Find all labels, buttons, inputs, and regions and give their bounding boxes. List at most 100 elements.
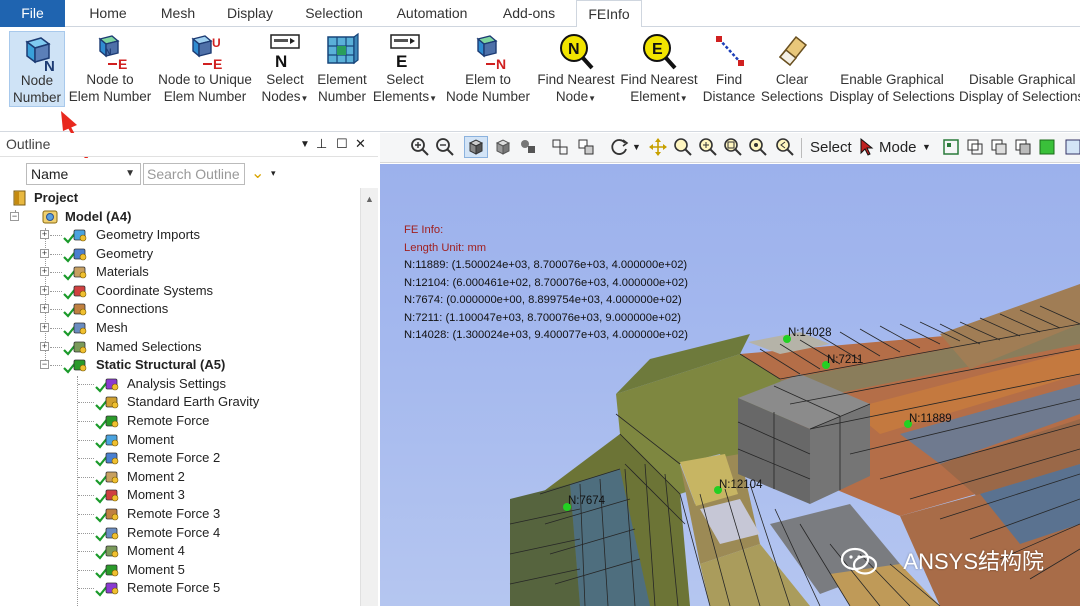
disable-graphical-display-button[interactable]: Disable Graphical Display of Selections — [959, 31, 1080, 107]
panel-menu-icon[interactable]: ▼ — [300, 139, 310, 150]
tree-item[interactable]: Moment 5 — [127, 561, 185, 579]
element-number-icon — [327, 32, 359, 65]
tab-feinfo[interactable]: FEInfo — [576, 0, 642, 28]
filter-more-icon[interactable]: ▾ — [271, 168, 276, 179]
tree-item[interactable]: Connections — [96, 300, 168, 318]
clear-selections-button[interactable]: Clear Selections — [759, 31, 825, 107]
svg-text:E: E — [652, 41, 663, 58]
rotate-dropdown-icon[interactable]: ▼ — [632, 142, 641, 152]
select-nodes-button[interactable]: N Select Nodes▼ — [258, 31, 312, 107]
shaded-cube-icon[interactable] — [466, 137, 486, 157]
zoom-fit-icon[interactable] — [723, 137, 743, 157]
select-node-icon[interactable] — [1063, 137, 1080, 157]
select-elements-button[interactable]: E Select Elements▼ — [372, 31, 438, 107]
svg-text:E: E — [213, 56, 222, 71]
tab-selection[interactable]: Selection — [296, 0, 372, 27]
node-to-unique-elem-number-button[interactable]: U E Node to Unique Elem Number — [156, 31, 254, 107]
mode-dropdown-icon[interactable]: ▼ — [922, 142, 931, 152]
expand-icon[interactable]: + — [40, 304, 49, 314]
cube-icon[interactable] — [493, 137, 513, 157]
tree-item[interactable]: Remote Force 3 — [127, 505, 220, 523]
elem-to-node-number-button[interactable]: N Elem to Node Number — [442, 31, 534, 107]
expand-icon[interactable]: − — [40, 360, 49, 370]
tree-item[interactable]: Mesh — [96, 319, 128, 337]
tree-item-icon — [73, 359, 87, 372]
select-edge-icon[interactable] — [965, 137, 985, 157]
feinfo-ribbon: N Node Number N E Node to Elem Number U … — [0, 27, 1080, 132]
zoom-selection-icon[interactable] — [748, 137, 768, 157]
select-vertex-icon[interactable] — [941, 137, 961, 157]
tree-item[interactable]: Remote Force 2 — [127, 449, 220, 467]
pin-icon[interactable]: ⊥ — [316, 136, 327, 152]
select-label[interactable]: Select — [810, 139, 852, 156]
tab-file[interactable]: File — [0, 0, 65, 27]
pan-icon[interactable] — [648, 137, 668, 157]
tab-display[interactable]: Display — [218, 0, 282, 27]
previous-view-icon[interactable] — [775, 137, 795, 157]
tree-item[interactable]: Remote Force 5 — [127, 579, 220, 597]
select-face-icon[interactable] — [576, 137, 596, 157]
node-info-line: N:11889: (1.500024e+03, 8.700076e+03, 4.… — [404, 259, 688, 271]
element-number-button[interactable]: Element Number — [314, 31, 370, 107]
mode-label[interactable]: Mode — [879, 139, 917, 156]
tree-item[interactable]: Standard Earth Gravity — [127, 393, 259, 411]
tree-item[interactable]: Materials — [96, 263, 149, 281]
collapse-icon[interactable]: − — [10, 212, 19, 221]
zoom-in-icon[interactable] — [410, 137, 430, 157]
tree-item[interactable]: Named Selections — [96, 338, 202, 356]
tab-mesh[interactable]: Mesh — [150, 0, 206, 27]
select-face2-icon[interactable] — [989, 137, 1009, 157]
tree-item-model[interactable]: Model (A4) — [65, 208, 131, 226]
expand-icon[interactable]: + — [40, 285, 49, 295]
tree-item[interactable]: Moment 2 — [127, 468, 185, 486]
tree-item[interactable]: Static Structural (A5) — [96, 356, 225, 374]
shapes-icon[interactable] — [518, 137, 538, 157]
graphics-viewport[interactable]: FE Info: Length Unit: mm N:11889: (1.500… — [380, 164, 1080, 606]
tree-item[interactable]: Analysis Settings — [127, 375, 226, 393]
zoom-box-icon[interactable] — [698, 137, 718, 157]
svg-text:U: U — [212, 36, 221, 50]
tree-item[interactable]: Moment 4 — [127, 542, 185, 560]
zoom-icon[interactable] — [673, 137, 693, 157]
node-info-line: N:7211: (1.100047e+03, 8.700076e+03, 9.0… — [404, 311, 681, 324]
zoom-out-icon[interactable] — [435, 137, 455, 157]
enable-graphical-display-button[interactable]: Enable Graphical Display of Selections — [827, 31, 957, 107]
expand-icon[interactable]: + — [40, 323, 49, 332]
outline-scrollbar[interactable]: ▲ — [360, 188, 378, 606]
tree-item[interactable]: Moment — [127, 431, 174, 449]
cursor-icon[interactable] — [857, 137, 877, 157]
tab-home[interactable]: Home — [80, 0, 136, 27]
rotate-icon[interactable] — [610, 137, 630, 157]
tree-item-icon — [105, 564, 119, 577]
filter-chevron-icon[interactable]: ⌄ — [251, 163, 264, 183]
node-to-elem-number-button[interactable]: N E Node to Elem Number — [68, 31, 152, 107]
expand-icon[interactable]: + — [40, 230, 49, 239]
tree-item[interactable]: Remote Force — [127, 412, 209, 430]
find-nearest-element-button[interactable]: E Find Nearest Element▼ — [619, 31, 699, 107]
filter-dropdown[interactable]: Name ▼ — [26, 163, 141, 185]
scroll-up-icon[interactable]: ▲ — [365, 194, 374, 204]
tree-item[interactable]: Coordinate Systems — [96, 282, 213, 300]
maximize-icon[interactable]: ☐ — [336, 136, 348, 152]
tree-item-project[interactable]: Project — [34, 189, 78, 207]
expand-icon[interactable]: + — [40, 267, 49, 277]
close-icon[interactable]: ✕ — [355, 136, 366, 152]
tab-automation[interactable]: Automation — [388, 0, 476, 27]
select-element-icon[interactable] — [1037, 137, 1057, 157]
expand-icon[interactable]: + — [40, 248, 49, 258]
svg-text:N: N — [496, 56, 506, 71]
node-number-button[interactable]: N Node Number — [9, 31, 65, 107]
tab-add-ons[interactable]: Add-ons — [492, 0, 566, 27]
expand-icon[interactable]: + — [40, 341, 49, 351]
tree-item[interactable]: Geometry Imports — [96, 226, 200, 244]
search-input[interactable]: Search Outline — [143, 163, 245, 185]
tree-item-icon — [105, 452, 119, 465]
find-nearest-node-button[interactable]: N Find Nearest Node▼ — [536, 31, 616, 107]
tree-item[interactable]: Geometry — [96, 245, 153, 263]
tree-item[interactable]: Moment 3 — [127, 486, 185, 504]
tree-item[interactable]: Remote Force 4 — [127, 524, 220, 542]
find-distance-button[interactable]: Find Distance — [702, 31, 756, 107]
model-icon — [42, 210, 58, 224]
select-body2-icon[interactable] — [1013, 137, 1033, 157]
select-body-icon[interactable] — [550, 137, 570, 157]
